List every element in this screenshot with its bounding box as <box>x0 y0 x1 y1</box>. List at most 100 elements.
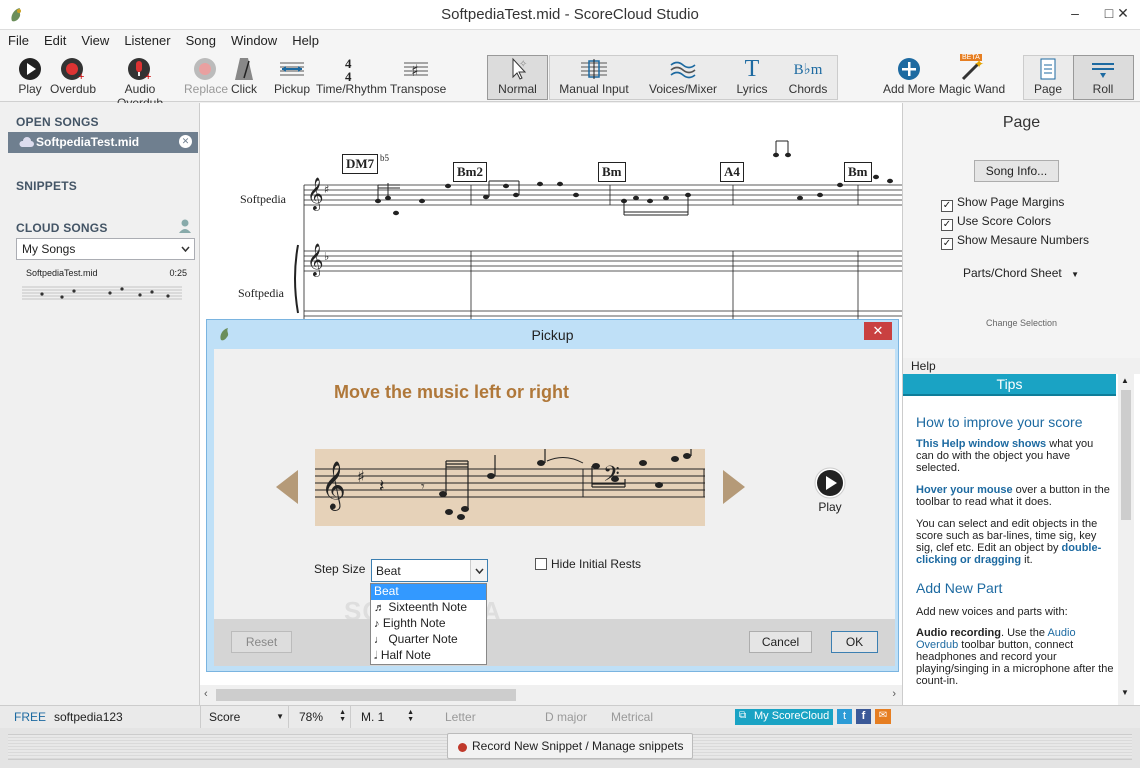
menu-window[interactable]: Window <box>223 30 284 48</box>
facebook-icon[interactable]: f <box>856 709 871 724</box>
measure-stepper[interactable]: M. 1 ▲ ▼ <box>350 706 418 728</box>
dialog-close-button[interactable]: ✕ <box>864 322 892 340</box>
chord-symbol[interactable]: Bm2 <box>453 162 487 182</box>
menu-view[interactable]: View <box>73 30 116 48</box>
toolbar: Play + Overdub + Audio Overdub Replace C… <box>0 52 1140 110</box>
time-rhythm-button[interactable]: 44 Time/Rhythm <box>316 56 387 96</box>
cancel-button[interactable]: Cancel <box>749 631 812 653</box>
magic-wand-button[interactable]: ✦ BETA Magic Wand <box>938 54 1006 96</box>
svg-text:+: + <box>78 71 84 81</box>
view-select[interactable]: Score ▼ <box>200 706 288 728</box>
dropdown-option[interactable]: 𝅗𝅥 Half Note <box>371 648 486 664</box>
roll-view-button[interactable]: Roll <box>1074 56 1132 96</box>
horizontal-scrollbar[interactable]: ‹ › <box>200 685 902 705</box>
chord-symbol[interactable]: A4 <box>720 162 744 182</box>
chord-symbol[interactable]: Bm <box>844 162 872 182</box>
dialog-title: Pickup <box>531 327 574 343</box>
checkbox-unchecked-icon <box>535 558 547 570</box>
key-signature[interactable]: D major <box>545 710 587 724</box>
user-icon[interactable] <box>178 218 192 234</box>
song-info-button[interactable]: Song Info... <box>974 160 1059 182</box>
voices-mixer-button[interactable]: Voices/Mixer <box>640 56 726 96</box>
scroll-down-icon[interactable]: ▼ <box>1121 688 1129 697</box>
chords-button[interactable]: B♭m Chords <box>780 56 836 97</box>
svg-text:♯: ♯ <box>357 467 365 486</box>
page-view-button[interactable]: Page <box>1025 56 1071 96</box>
help-scrollbar[interactable]: ▲ ▼ <box>1118 374 1134 705</box>
cloud-songs-heading: CLOUD SONGS <box>16 221 108 235</box>
scroll-thumb[interactable] <box>216 689 516 701</box>
cloud-songs-select[interactable]: My Songs <box>16 238 195 260</box>
reset-button[interactable]: Reset <box>231 631 292 653</box>
transpose-button[interactable]: ♯ Transpose <box>390 56 446 96</box>
dropdown-arrow-icon: ▼ <box>276 712 284 721</box>
metronome-icon <box>235 58 253 80</box>
chord-symbol[interactable]: Bm <box>598 162 626 182</box>
menu-song[interactable]: Song <box>178 30 223 48</box>
mail-icon[interactable]: ✉ <box>875 709 891 724</box>
twitter-icon[interactable]: t <box>837 709 852 724</box>
minimize-button[interactable]: – <box>1058 0 1092 28</box>
checkbox-checked-icon: ✓ <box>941 200 953 212</box>
myscorecloud-button[interactable]: ⧉ My ScoreCloud <box>735 709 833 725</box>
audio-overdub-button[interactable]: + Audio Overdub <box>100 56 180 110</box>
help-header: Help <box>903 358 1140 374</box>
score-canvas: 𝄞 𝄞 ♯ ♭ <box>294 140 902 319</box>
dialog-footer: Reset Cancel OK <box>214 619 895 666</box>
scroll-up-icon[interactable]: ▲ <box>1121 376 1129 385</box>
staff-label[interactable]: Softpedia <box>238 286 284 301</box>
overdub-button[interactable]: + Overdub <box>50 56 96 96</box>
menu-listener[interactable]: Listener <box>116 30 177 48</box>
show-measure-numbers-checkbox[interactable]: ✓ Show Mesaure Numbers <box>941 233 1089 250</box>
unit-mode[interactable]: Metrical <box>611 710 653 724</box>
lyrics-button[interactable]: T Lyrics <box>730 56 774 97</box>
normal-mode-button[interactable]: ✧ Normal <box>488 56 547 96</box>
pickup-icon <box>280 62 304 76</box>
chevron-down-icon <box>181 246 190 252</box>
play-button[interactable]: Play <box>10 56 50 96</box>
manual-input-button[interactable]: Manual Input <box>552 56 636 96</box>
username: softpedia123 <box>54 710 123 724</box>
tips-tab[interactable]: Tips <box>903 374 1116 396</box>
svg-text:♭: ♭ <box>324 250 329 263</box>
dialog-play-button[interactable]: Play <box>812 467 848 514</box>
close-song-icon[interactable]: ✕ <box>179 135 192 148</box>
help-heading: Add New Part <box>916 580 1003 596</box>
replace-button[interactable]: Replace <box>184 56 228 96</box>
left-panel: OPEN SONGS SoftpediaTest.mid ✕ SNIPPETS … <box>0 103 200 705</box>
scroll-left-icon[interactable]: ‹ <box>204 688 208 700</box>
dropdown-option[interactable]: ♪ Eighth Note <box>371 616 486 632</box>
hide-initial-rests-checkbox[interactable]: Hide Initial Rests <box>535 557 641 571</box>
paper-size[interactable]: Letter <box>445 710 476 724</box>
scroll-right-icon[interactable]: › <box>892 688 896 700</box>
record-snippet-button[interactable]: Record New Snippet / Manage snippets <box>447 733 693 759</box>
open-song-item[interactable]: SoftpediaTest.mid ✕ <box>8 132 198 153</box>
dropdown-option[interactable]: ♬ Sixteenth Note <box>371 600 486 616</box>
close-button[interactable]: ✕ <box>1106 0 1140 28</box>
move-right-button[interactable] <box>723 470 745 504</box>
play-icon <box>814 467 846 499</box>
click-button[interactable]: Click <box>226 56 262 96</box>
menu-help[interactable]: Help <box>284 30 326 48</box>
show-page-margins-checkbox[interactable]: ✓ Show Page Margins <box>941 195 1064 212</box>
zoom-stepper[interactable]: 78% ▲ ▼ <box>288 706 350 728</box>
chord-symbol[interactable]: DM7 <box>342 154 379 174</box>
dialog-heading: Move the music left or right <box>334 382 570 402</box>
add-more-button[interactable]: Add More <box>882 56 936 96</box>
step-size-select[interactable]: Beat <box>371 559 488 582</box>
menu-file[interactable]: File <box>0 30 36 48</box>
pickup-button[interactable]: Pickup <box>272 56 312 96</box>
ok-button[interactable]: OK <box>831 631 878 653</box>
chevron-down-icon <box>475 568 484 574</box>
dropdown-option[interactable]: Beat <box>371 584 486 600</box>
staff-label[interactable]: Softpedia <box>240 192 286 207</box>
scroll-thumb[interactable] <box>1121 390 1131 520</box>
use-score-colors-checkbox[interactable]: ✓ Use Score Colors <box>941 214 1051 231</box>
dropdown-option[interactable]: ♩ Quarter Note <box>371 632 486 648</box>
voices-mixer-icon <box>670 61 696 79</box>
move-left-button[interactable] <box>276 470 298 504</box>
parts-chord-sheet-dropdown[interactable]: Parts/Chord Sheet ▼ <box>963 266 1079 280</box>
cloud-song-item[interactable]: SoftpediaTest.mid 0:25 <box>16 263 195 311</box>
music-preview: 𝄞 ♯ 𝄽 𝄾 𝄢 <box>315 449 705 526</box>
menu-edit[interactable]: Edit <box>36 30 73 48</box>
